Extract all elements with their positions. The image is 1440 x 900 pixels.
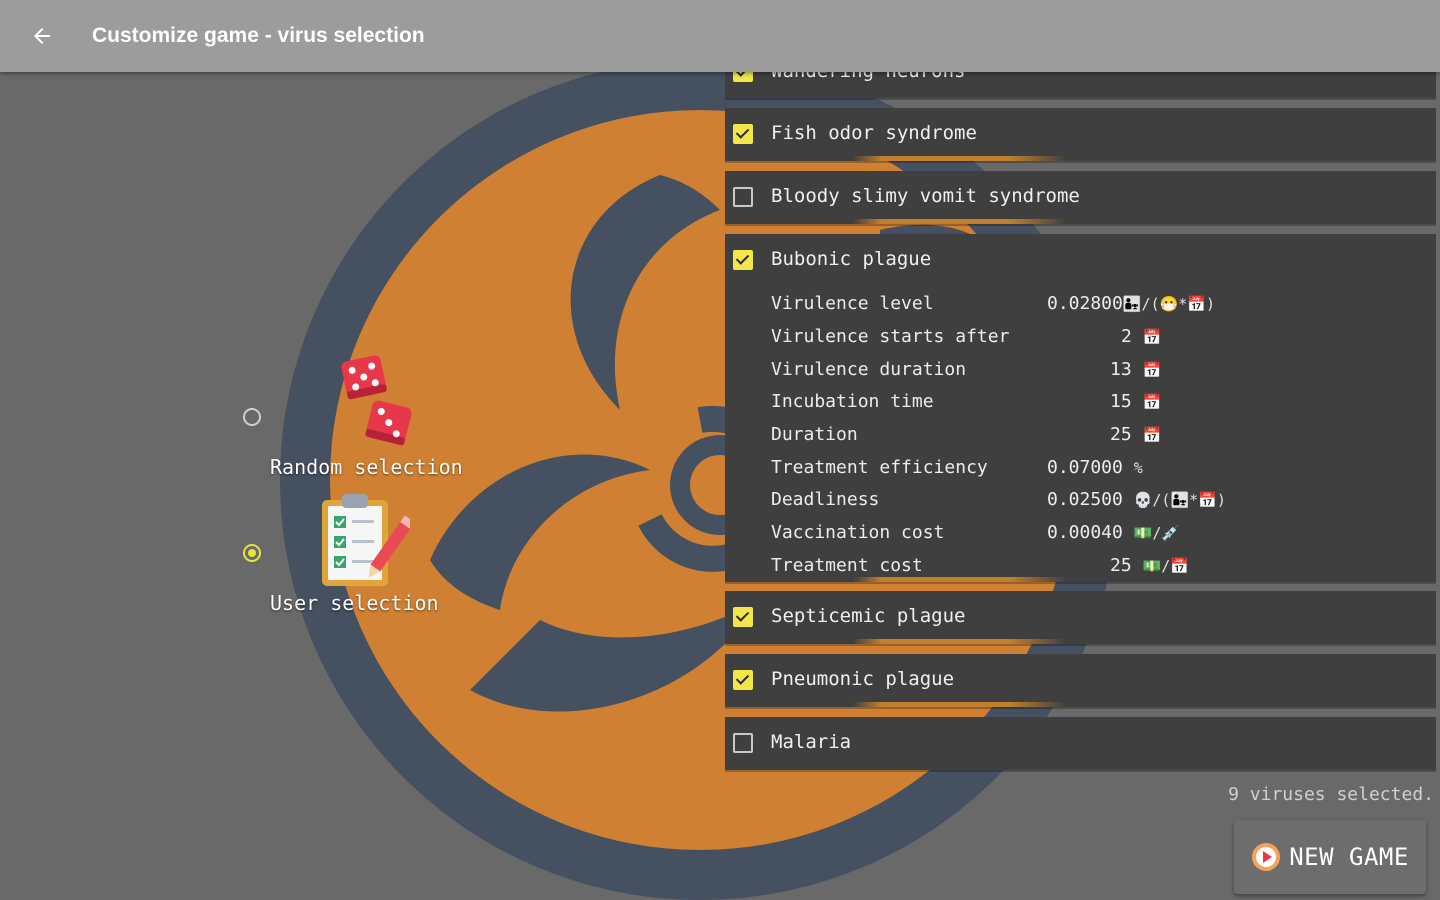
virus-name: Bloody slimy vomit syndrome — [771, 185, 1080, 207]
detail-label-treatment-efficiency: Treatment efficiency — [771, 457, 988, 478]
new-game-label: NEW GAME — [1289, 843, 1409, 871]
detail-value-deadliness: 0.02500 💀/(👨‍👧*📅) — [1047, 489, 1226, 510]
row-accent — [725, 639, 1436, 644]
virus-row-partial[interactable]: Wandering neurons — [725, 72, 1436, 98]
virus-checkbox[interactable] — [733, 670, 753, 690]
detail-label-virulence-level: Virulence level — [771, 293, 934, 314]
clipboard-checklist-icon — [322, 494, 410, 586]
page-title: Customize game - virus selection — [92, 24, 425, 47]
virus-name: Septicemic plague — [771, 605, 966, 627]
virus-row-fish-odor[interactable]: Fish odor syndrome — [725, 108, 1436, 161]
virus-name: Pneumonic plague — [771, 668, 955, 690]
random-selection-label[interactable]: Random selection — [270, 455, 463, 479]
detail-value-virulence-duration: 13 📅 — [1110, 359, 1162, 380]
new-game-button[interactable]: NEW GAME — [1234, 820, 1426, 894]
virus-row-bloody-vomit[interactable]: Bloody slimy vomit syndrome — [725, 171, 1436, 224]
virus-name: Fish odor syndrome — [771, 122, 977, 144]
detail-label-deadliness: Deadliness — [771, 489, 880, 510]
dice-icon — [341, 355, 412, 446]
arrow-left-icon — [34, 28, 50, 44]
random-selection-radio[interactable] — [243, 408, 261, 426]
detail-label-incubation-time: Incubation time — [771, 391, 934, 412]
row-accent — [725, 219, 1436, 224]
virus-checkbox[interactable] — [733, 187, 753, 207]
detail-value-virulence-starts: 2 📅 — [1121, 326, 1162, 347]
virus-checkbox[interactable] — [733, 733, 753, 753]
virus-row-bubonic-plague[interactable]: Bubonic plague Virulence level 0.02800👨‍… — [725, 234, 1436, 582]
virus-row-malaria[interactable]: Malaria — [725, 717, 1436, 770]
virus-list[interactable]: Wandering neurons Fish odor syndrome Blo… — [725, 72, 1440, 772]
detail-label-treatment-cost: Treatment cost — [771, 555, 923, 576]
virus-name: Bubonic plague — [771, 248, 932, 270]
detail-value-incubation-time: 15 📅 — [1110, 391, 1162, 412]
virus-checkbox[interactable] — [733, 124, 753, 144]
user-selection-radio[interactable] — [243, 544, 261, 562]
virus-row-pneumonic-plague[interactable]: Pneumonic plague — [725, 654, 1436, 707]
row-accent — [725, 577, 1436, 582]
row-accent — [725, 156, 1436, 161]
detail-label-vaccination-cost: Vaccination cost — [771, 522, 945, 543]
detail-label-virulence-starts: Virulence starts after — [771, 326, 1010, 347]
detail-value-duration: 25 📅 — [1110, 424, 1162, 445]
virus-row-septicemic-plague[interactable]: Septicemic plague — [725, 591, 1436, 644]
back-button[interactable] — [22, 16, 62, 56]
play-circle-icon — [1252, 843, 1281, 871]
detail-value-treatment-cost: 25 💵/📅 — [1110, 555, 1189, 576]
app-bar: Customize game - virus selection — [0, 0, 1440, 72]
detail-label-virulence-duration: Virulence duration — [771, 359, 967, 380]
row-accent — [725, 702, 1436, 707]
virus-name: Wandering neurons — [771, 72, 965, 82]
detail-value-treatment-efficiency: 0.07000 % — [1047, 457, 1143, 478]
virus-checkbox[interactable] — [733, 72, 753, 82]
virus-name: Malaria — [771, 731, 852, 753]
detail-value-vaccination-cost: 0.00040 💵/💉 — [1047, 522, 1181, 543]
virus-checkbox[interactable] — [733, 250, 753, 270]
detail-value-virulence-level: 0.02800👨‍👧/(😷*📅) — [1047, 293, 1216, 314]
detail-label-duration: Duration — [771, 424, 858, 445]
user-selection-label[interactable]: User selection — [270, 591, 439, 615]
selection-count-status: 9 viruses selected. — [1228, 784, 1434, 805]
virus-checkbox[interactable] — [733, 607, 753, 627]
